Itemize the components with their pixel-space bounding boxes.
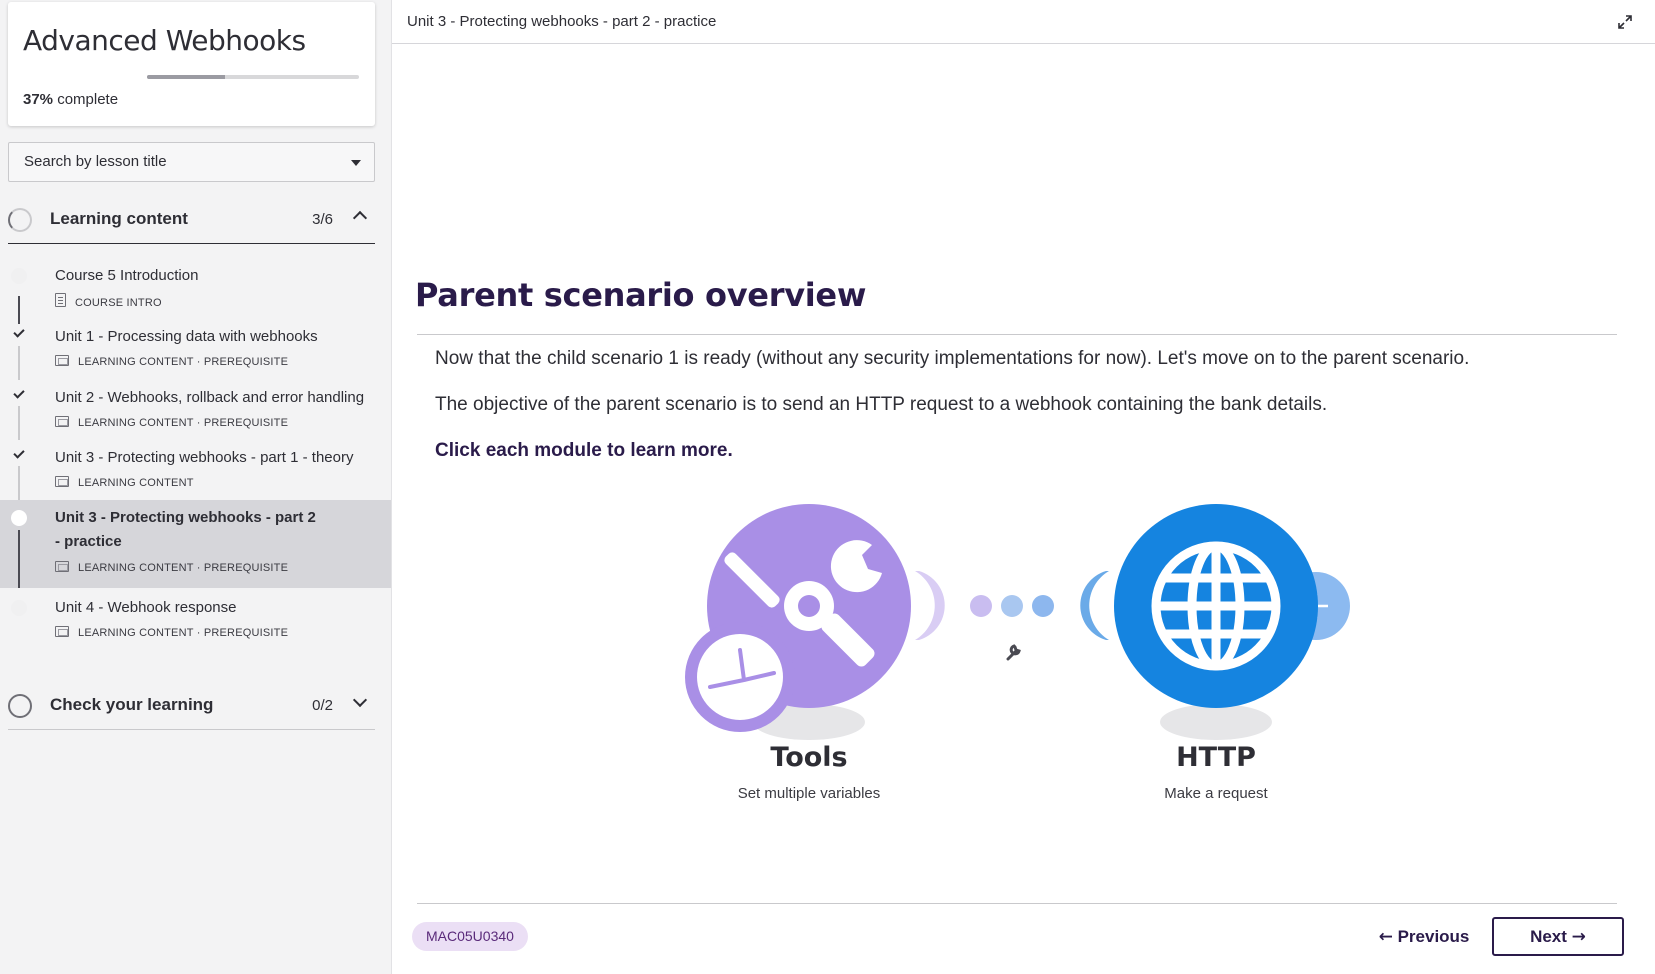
wrench-icon[interactable] bbox=[1006, 644, 1021, 661]
section-check-your-learning[interactable]: Check your learning 0/2 bbox=[8, 682, 375, 730]
expand-icon[interactable] bbox=[1617, 14, 1633, 30]
lesson-meta-text: LEARNING CONTENT bbox=[78, 477, 194, 489]
lesson-title: Course 5 Introduction bbox=[55, 267, 199, 284]
connector-half-circle bbox=[1080, 571, 1109, 640]
course-card: Advanced Webhooks 37% complete bbox=[8, 2, 375, 126]
status-current-icon bbox=[11, 510, 27, 526]
tools-module-name: Tools bbox=[770, 742, 848, 773]
slides-icon bbox=[55, 416, 69, 427]
title-divider bbox=[417, 334, 1617, 335]
lesson-meta: LEARNING CONTENT · PREREQUISITE bbox=[55, 355, 288, 368]
next-label: Next bbox=[1530, 927, 1567, 946]
page-title: Parent scenario overview bbox=[415, 276, 867, 314]
timeline-connector bbox=[18, 296, 20, 316]
lesson-meta: COURSE INTRO bbox=[55, 293, 162, 309]
timeline-connector bbox=[18, 406, 20, 440]
progress-suffix: complete bbox=[53, 91, 119, 108]
arrow-left-icon: ← bbox=[1378, 927, 1393, 947]
scenario-diagram-graphic bbox=[685, 504, 1350, 740]
status-not-started-icon bbox=[11, 268, 27, 284]
slides-icon bbox=[55, 626, 69, 637]
caret-down-icon bbox=[351, 160, 361, 166]
section-count: 3/6 bbox=[312, 211, 333, 228]
lesson-list: Course 5 Introduction COURSE INTRO Unit … bbox=[0, 252, 391, 648]
lesson-meta-text: LEARNING CONTENT · PREREQUISITE bbox=[78, 417, 289, 429]
check-icon bbox=[13, 326, 25, 338]
lesson-meta: LEARNING CONTENT · PREREQUISITE bbox=[55, 416, 288, 429]
lesson-title: Unit 3 - Protecting webhooks - part 2 - … bbox=[55, 509, 316, 550]
lesson-meta-text: LEARNING CONTENT · PREREQUISITE bbox=[78, 627, 289, 639]
progress-text: 37% complete bbox=[23, 91, 118, 108]
timeline-connector bbox=[18, 316, 20, 324]
lesson-item[interactable]: Unit 2 - Webhooks, rollback and error ha… bbox=[0, 380, 391, 440]
slides-icon bbox=[55, 355, 69, 366]
section-count: 0/2 bbox=[312, 697, 333, 714]
document-icon bbox=[55, 293, 66, 307]
next-button[interactable]: Next → bbox=[1492, 917, 1624, 956]
progress-ring-icon bbox=[8, 694, 32, 718]
lesson-meta: LEARNING CONTENT · PREREQUISITE bbox=[55, 561, 288, 574]
lesson-content-panel: Unit 3 - Protecting webhooks - part 2 - … bbox=[392, 0, 1655, 974]
lesson-meta-text: COURSE INTRO bbox=[75, 297, 162, 309]
globe-icon bbox=[1151, 541, 1281, 671]
connector-dot bbox=[1032, 595, 1054, 617]
objective-paragraph: The objective of the parent scenario is … bbox=[435, 394, 1328, 415]
status-not-started-icon bbox=[11, 600, 27, 616]
footer-divider bbox=[417, 903, 1617, 904]
course-title: Advanced Webhooks bbox=[23, 24, 306, 57]
slides-icon bbox=[55, 561, 69, 572]
connector-dot bbox=[1001, 595, 1023, 617]
lesson-item[interactable]: Unit 4 - Webhook response LEARNING CONTE… bbox=[0, 588, 391, 648]
lesson-search-select[interactable]: Search by lesson title bbox=[8, 142, 375, 182]
timeline-connector bbox=[18, 346, 20, 380]
module-shadow bbox=[1160, 704, 1272, 740]
check-icon bbox=[13, 387, 25, 399]
section-learning-content[interactable]: Learning content 3/6 bbox=[8, 196, 375, 244]
lesson-topbar: Unit 3 - Protecting webhooks - part 2 - … bbox=[392, 0, 1655, 44]
progress-percent: 37% bbox=[23, 91, 54, 108]
intro-paragraph: Now that the child scenario 1 is ready (… bbox=[435, 348, 1470, 369]
lesson-title: Unit 4 - Webhook response bbox=[55, 599, 237, 616]
http-module-name: HTTP bbox=[1176, 742, 1256, 773]
breadcrumb: Unit 3 - Protecting webhooks - part 2 - … bbox=[407, 13, 717, 30]
instruction-paragraph: Click each module to learn more. bbox=[435, 440, 733, 461]
clock-icon bbox=[697, 634, 783, 720]
chevron-up-icon[interactable] bbox=[352, 210, 368, 226]
check-icon bbox=[13, 447, 25, 459]
section-title: Check your learning bbox=[50, 695, 214, 714]
lesson-search-placeholder: Search by lesson title bbox=[24, 153, 167, 170]
chevron-down-icon[interactable] bbox=[352, 692, 368, 708]
lesson-item[interactable]: Unit 1 - Processing data with webhooks L… bbox=[0, 316, 391, 380]
lesson-meta: LEARNING CONTENT · PREREQUISITE bbox=[55, 626, 288, 639]
scenario-diagram: Tools Set multiple variables HTTP Make a… bbox=[392, 490, 1655, 820]
lesson-meta: LEARNING CONTENT bbox=[55, 476, 194, 489]
lesson-code-badge: MAC05U0340 bbox=[412, 922, 528, 951]
connector-dot bbox=[970, 595, 992, 617]
connector-half-circle bbox=[915, 571, 945, 640]
lesson-item-current[interactable]: Unit 3 - Protecting webhooks - part 2 - … bbox=[0, 500, 391, 588]
lesson-item[interactable]: Unit 3 - Protecting webhooks - part 1 - … bbox=[0, 440, 391, 500]
section-title: Learning content bbox=[50, 209, 188, 228]
progress-bar bbox=[147, 75, 359, 79]
arrow-right-icon: → bbox=[1571, 927, 1586, 947]
tools-module-subtitle: Set multiple variables bbox=[737, 785, 881, 802]
previous-label: Previous bbox=[1397, 927, 1470, 946]
tools-module[interactable] bbox=[685, 504, 945, 740]
lesson-title: Unit 3 - Protecting webhooks - part 1 - … bbox=[55, 449, 354, 466]
lesson-item[interactable]: Course 5 Introduction COURSE INTRO bbox=[0, 252, 391, 316]
course-sidebar: Advanced Webhooks 37% complete Search by… bbox=[0, 0, 391, 974]
timeline-connector bbox=[18, 466, 20, 500]
timeline-connector bbox=[18, 530, 20, 588]
lesson-title: Unit 2 - Webhooks, rollback and error ha… bbox=[55, 389, 365, 406]
lesson-meta-text: LEARNING CONTENT · PREREQUISITE bbox=[78, 356, 289, 368]
slides-icon bbox=[55, 476, 69, 487]
lesson-title: Unit 1 - Processing data with webhooks bbox=[55, 328, 318, 345]
http-module[interactable] bbox=[1080, 504, 1350, 740]
lesson-meta-text: LEARNING CONTENT · PREREQUISITE bbox=[78, 562, 289, 574]
progress-ring-icon bbox=[8, 208, 32, 232]
progress-bar-fill bbox=[147, 75, 226, 79]
previous-button[interactable]: ← Previous bbox=[1354, 918, 1494, 956]
http-module-subtitle: Make a request bbox=[1164, 785, 1268, 802]
